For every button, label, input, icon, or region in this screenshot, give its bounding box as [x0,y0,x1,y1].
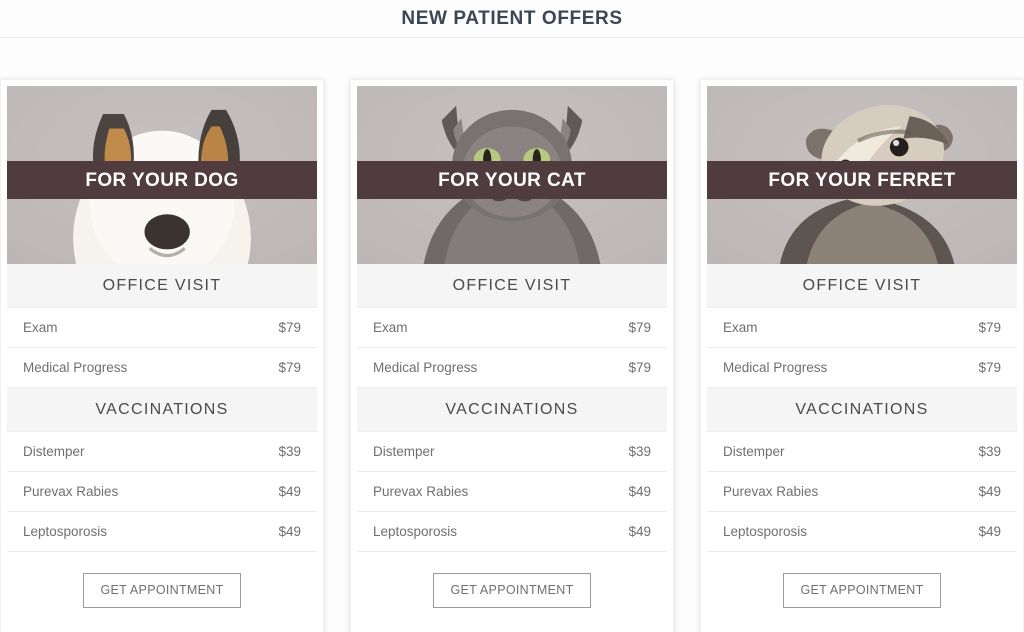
price-row: Leptosporosis $49 [707,512,1017,552]
price-row-name: Distemper [373,444,435,459]
price-row-value: $39 [278,444,301,459]
get-appointment-button-ferret[interactable]: GET APPOINTMENT [783,573,941,608]
price-row-name: Distemper [723,444,785,459]
price-row-value: $79 [278,320,301,335]
price-row: Purevax Rabies $49 [7,472,317,512]
card-footer: GET APPOINTMENT [7,552,317,632]
price-row: Exam $79 [707,308,1017,348]
hero-banner-label-dog: FOR YOUR DOG [85,169,239,191]
price-row-value: $39 [978,444,1001,459]
price-row-name: Medical Progress [723,360,828,375]
offer-cards-row: FOR YOUR DOG OFFICE VISIT Exam $79 Medical … [0,38,1024,632]
section-header-label: OFFICE VISIT [102,276,222,294]
price-row-name: Exam [373,320,408,335]
card-footer: GET APPOINTMENT [707,552,1017,632]
price-row: Exam $79 [7,308,317,348]
section-header-label: OFFICE VISIT [452,276,572,294]
page-header: NEW PATIENT OFFERS [0,0,1024,38]
get-appointment-button-dog[interactable]: GET APPOINTMENT [83,573,241,608]
card-body: OFFICE VISIT Exam $79 Medical Progress $79 VA… [7,264,317,552]
price-row-name: Exam [23,320,58,335]
page-title: NEW PATIENT OFFERS [401,8,623,29]
price-row-value: $49 [628,524,651,539]
price-row: Distemper $39 [7,432,317,472]
section-header: OFFICE VISIT [7,264,317,308]
price-row: Medical Progress $79 [707,348,1017,388]
offer-card-cat: FOR YOUR CAT OFFICE VISIT Exam $79 Medical … [350,79,674,632]
price-row-value: $79 [978,360,1001,375]
price-row: Exam $79 [357,308,667,348]
price-row-name: Purevax Rabies [723,484,819,499]
section-header-label: VACCINATIONS [445,400,579,418]
price-row-value: $79 [278,360,301,375]
hero-banner: FOR YOUR DOG [7,161,317,199]
section-header-label: VACCINATIONS [795,400,929,418]
get-appointment-button-cat[interactable]: GET APPOINTMENT [433,573,591,608]
price-row: Distemper $39 [357,432,667,472]
price-row-name: Leptosporosis [373,524,458,539]
section-header: OFFICE VISIT [357,264,667,308]
offer-card-ferret: FOR YOUR FERRET OFFICE VISIT Exam $79 Medic… [700,79,1024,632]
hero-banner-label-ferret: FOR YOUR FERRET [768,169,956,191]
price-row: Medical Progress $79 [7,348,317,388]
price-row-name: Purevax Rabies [373,484,469,499]
offer-card-dog: FOR YOUR DOG OFFICE VISIT Exam $79 Medical … [0,79,324,632]
price-row: Leptosporosis $49 [357,512,667,552]
hero-banner: FOR YOUR FERRET [707,161,1017,199]
section-header: VACCINATIONS [7,388,317,432]
price-row-value: $49 [628,484,651,499]
price-row-value: $39 [628,444,651,459]
section-header-label: VACCINATIONS [95,400,229,418]
price-row: Purevax Rabies $49 [707,472,1017,512]
price-row-value: $79 [628,360,651,375]
card-hero-dog: FOR YOUR DOG [7,86,317,264]
price-row-name: Distemper [23,444,85,459]
price-row-name: Leptosporosis [723,524,808,539]
card-hero-cat: FOR YOUR CAT [357,86,667,264]
price-row-name: Medical Progress [23,360,128,375]
section-header: OFFICE VISIT [707,264,1017,308]
price-row: Medical Progress $79 [357,348,667,388]
price-row-value: $79 [978,320,1001,335]
hero-banner: FOR YOUR CAT [357,161,667,199]
price-row-name: Medical Progress [373,360,478,375]
section-header-label: OFFICE VISIT [802,276,922,294]
card-body: OFFICE VISIT Exam $79 Medical Progress $79 VA… [357,264,667,552]
price-row-value: $79 [628,320,651,335]
price-row-name: Purevax Rabies [23,484,119,499]
price-row-value: $49 [978,484,1001,499]
price-row-name: Exam [723,320,758,335]
hero-banner-label-cat: FOR YOUR CAT [438,169,586,191]
card-footer: GET APPOINTMENT [357,552,667,632]
price-row-value: $49 [278,484,301,499]
card-body: OFFICE VISIT Exam $79 Medical Progress $79 VA… [707,264,1017,552]
price-row-name: Leptosporosis [23,524,108,539]
section-header: VACCINATIONS [357,388,667,432]
price-row: Distemper $39 [707,432,1017,472]
price-row: Leptosporosis $49 [7,512,317,552]
price-row: Purevax Rabies $49 [357,472,667,512]
price-row-value: $49 [978,524,1001,539]
price-row-value: $49 [278,524,301,539]
card-hero-ferret: FOR YOUR FERRET [707,86,1017,264]
section-header: VACCINATIONS [707,388,1017,432]
